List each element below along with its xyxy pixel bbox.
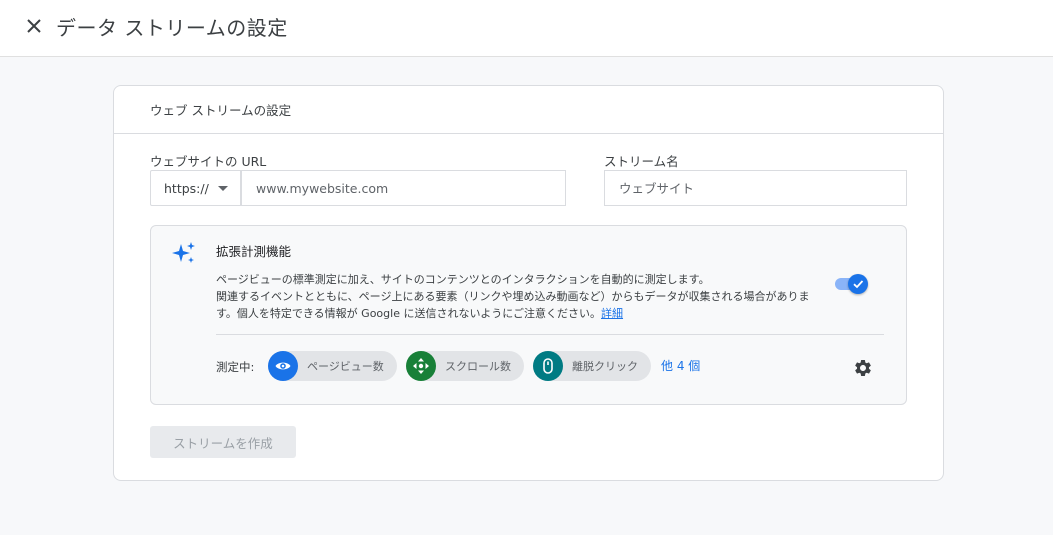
chip-label: スクロール数 [445, 360, 511, 373]
more-events-link[interactable]: 他 4 個 [661, 357, 700, 374]
check-icon [853, 280, 864, 289]
details-link[interactable]: 詳細 [601, 307, 623, 320]
chip-label: 離脱クリック [572, 360, 638, 373]
mouse-icon [533, 351, 563, 381]
toggle-knob [848, 274, 868, 294]
create-stream-button[interactable]: ストリームを作成 [150, 426, 296, 458]
web-stream-settings-card: ウェブ ストリームの設定 ウェブサイトの URL https:// ストリーム名… [113, 85, 944, 481]
card-title: ウェブ ストリームの設定 [114, 86, 943, 134]
website-url-input[interactable] [241, 170, 566, 206]
enhanced-measurement-panel: 拡張計測機能 ページビューの標準測定に加え、サイトのコンテンツとのインタラクショ… [150, 225, 907, 405]
gear-icon[interactable] [853, 358, 873, 378]
measuring-label: 測定中: [216, 360, 255, 374]
chip-page-views: ページビュー数 [268, 351, 397, 381]
description-line-3-wrap: す。個人を特定できる情報が Google に送信されないようにご注意ください。詳… [216, 305, 836, 322]
enhanced-measurement-toggle[interactable] [835, 274, 868, 294]
sparkle-icon [172, 242, 195, 263]
chip-scrolls: スクロール数 [406, 351, 524, 381]
enhanced-measurement-title: 拡張計測機能 [216, 244, 292, 259]
chip-outbound-clicks: 離脱クリック [533, 351, 651, 381]
close-icon[interactable] [26, 18, 42, 34]
description-line-1: ページビューの標準測定に加え、サイトのコンテンツとのインタラクションを自動的に測… [216, 273, 710, 286]
protocol-value: https:// [164, 180, 209, 196]
stream-name-label: ストリーム名 [604, 154, 679, 169]
divider [216, 334, 884, 335]
protocol-select[interactable]: https:// [150, 170, 241, 206]
page-title: データ ストリームの設定 [56, 16, 288, 40]
caret-down-icon [218, 186, 228, 191]
top-bar: データ ストリームの設定 [0, 0, 1053, 57]
scroll-arrows-icon [406, 351, 436, 381]
eye-icon [268, 351, 298, 381]
chip-label: ページビュー数 [307, 360, 384, 373]
description-line-3: す。個人を特定できる情報が Google に送信されないようにご注意ください。 [216, 307, 602, 320]
website-url-label: ウェブサイトの URL [150, 154, 267, 169]
description-line-2: 関連するイベントとともに、ページ上にある要素（リンクや埋め込み動画など）からもデ… [216, 290, 810, 303]
close-button[interactable] [22, 14, 46, 38]
enhanced-measurement-description: ページビューの標準測定に加え、サイトのコンテンツとのインタラクションを自動的に測… [216, 271, 836, 322]
stream-name-input[interactable] [604, 170, 907, 206]
